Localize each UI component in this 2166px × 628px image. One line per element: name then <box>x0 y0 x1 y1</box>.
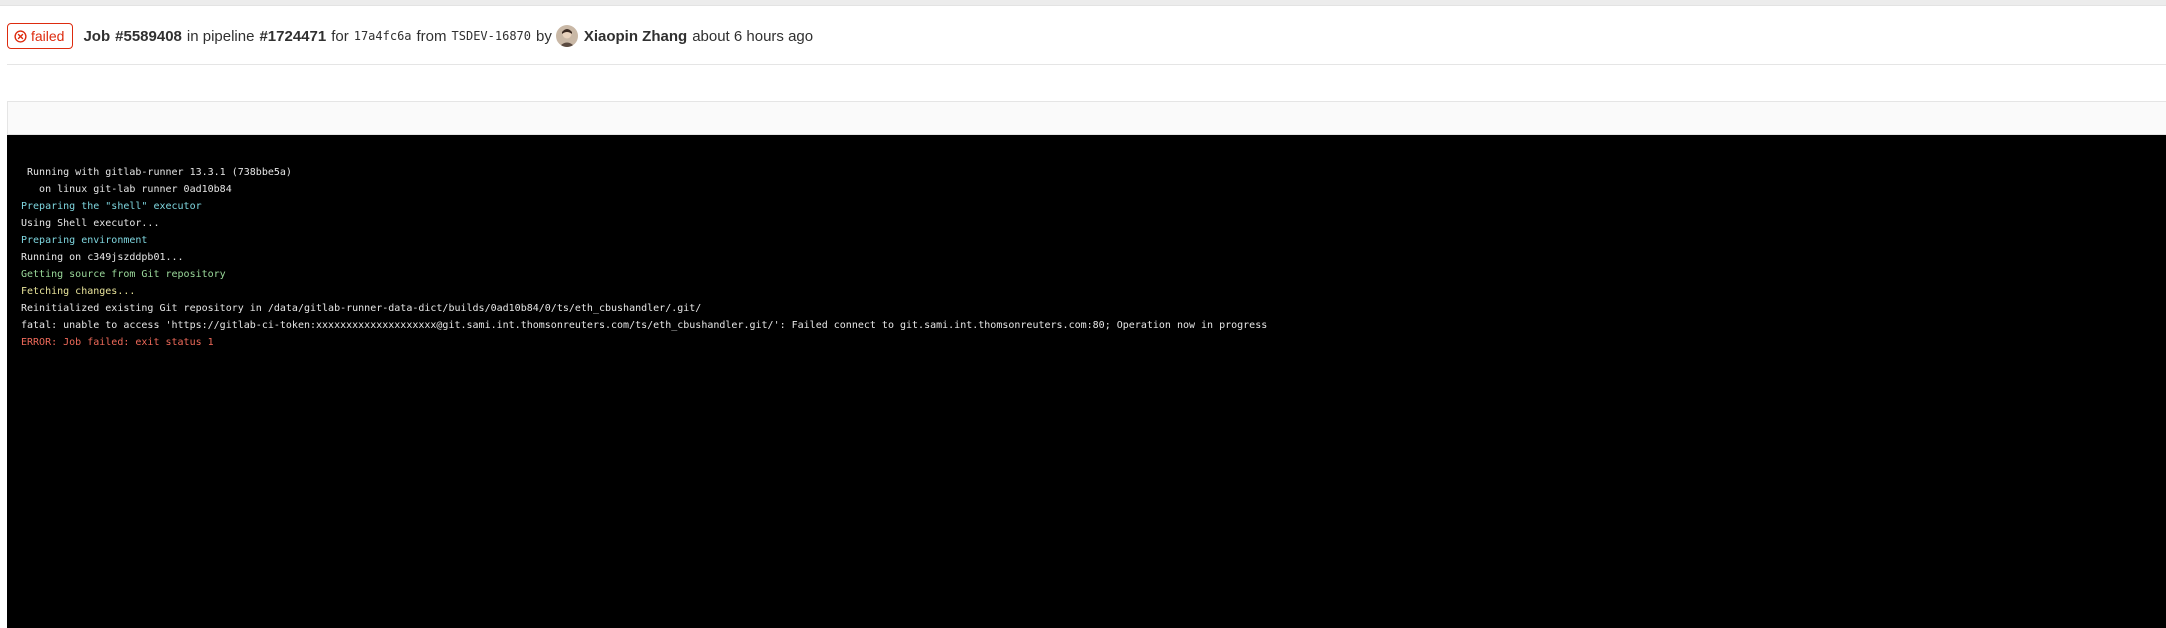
by-text: by <box>536 27 552 45</box>
job-header: failed Job #5589408 in pipeline #1724471… <box>7 22 813 50</box>
in-pipeline-text: in pipeline <box>186 27 255 45</box>
failed-circle-x-icon <box>14 29 27 43</box>
log-line: ERROR: Job failed: exit status 1 <box>21 337 214 348</box>
log-line: Reinitialized existing Git repository in… <box>21 303 702 314</box>
header-divider <box>7 64 2166 65</box>
time-ago: about 6 hours ago <box>692 27 814 45</box>
branch-link[interactable]: TSDEV-16870 <box>452 29 531 43</box>
log-toolbar <box>7 101 2166 135</box>
for-text: for <box>331 27 349 45</box>
top-border <box>0 0 2166 6</box>
log-line: on linux git-lab runner 0ad10b84 <box>21 184 232 195</box>
log-line: Preparing environment <box>21 235 148 246</box>
log-line: Getting source from Git repository <box>21 269 226 280</box>
status-label: failed <box>31 28 65 44</box>
job-label: Job <box>83 27 111 45</box>
status-badge[interactable]: failed <box>7 23 74 49</box>
user-avatar[interactable] <box>555 25 578 47</box>
from-text: from <box>416 27 447 45</box>
log-line: fatal: unable to access 'https://gitlab-… <box>21 320 1268 331</box>
job-id: #5589408 <box>115 27 182 45</box>
job-log: Running with gitlab-runner 13.3.1 (738bb… <box>7 135 2166 628</box>
log-line: Running with gitlab-runner 13.3.1 (738bb… <box>21 167 292 178</box>
pipeline-link[interactable]: #1724471 <box>259 28 326 45</box>
log-line: Preparing the "shell" executor <box>21 201 202 212</box>
log-line: Using Shell executor... <box>21 218 160 229</box>
commit-link[interactable]: 17a4fc6a <box>354 29 412 43</box>
log-line: Fetching changes... <box>21 286 136 297</box>
author-link[interactable]: Xiaopin Zhang <box>584 28 687 45</box>
log-line: Running on c349jszddpb01... <box>21 252 184 263</box>
